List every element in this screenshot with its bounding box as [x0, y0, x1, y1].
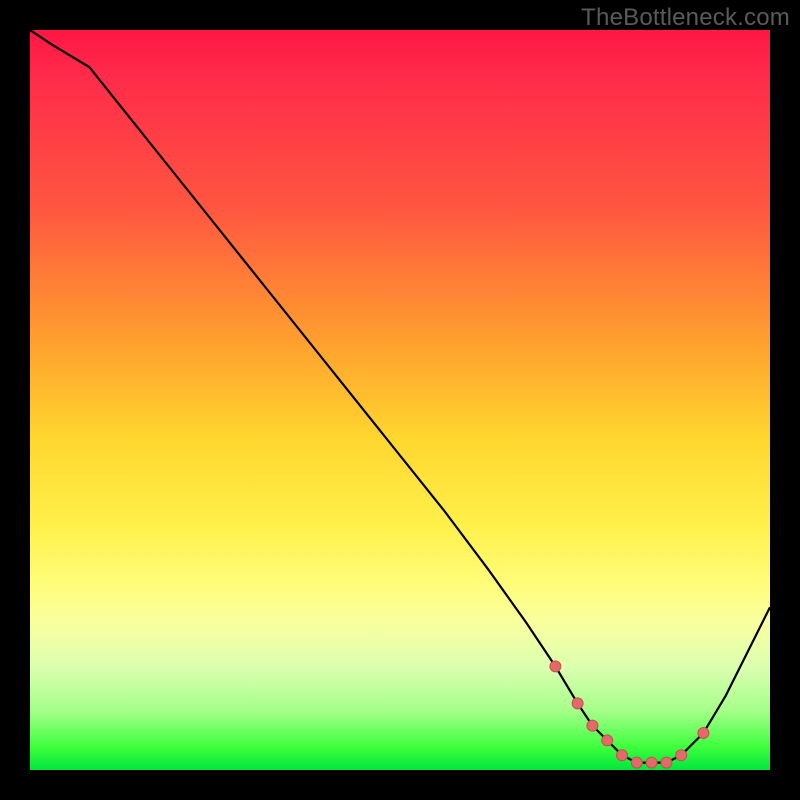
- curve-marker: [572, 698, 583, 709]
- watermark-label: TheBottleneck.com: [581, 4, 790, 32]
- curve-marker: [661, 757, 672, 768]
- curve-marker: [698, 728, 709, 739]
- curve-markers: [550, 661, 709, 768]
- curve-marker: [587, 720, 598, 731]
- bottleneck-curve: [30, 30, 770, 763]
- curve-marker: [602, 735, 613, 746]
- plot-area: [30, 30, 770, 770]
- curve-marker: [676, 750, 687, 761]
- curve-marker: [550, 661, 561, 672]
- curve-marker: [646, 757, 657, 768]
- line-chart-svg: [30, 30, 770, 770]
- chart-frame: TheBottleneck.com: [0, 0, 800, 800]
- curve-marker: [631, 757, 642, 768]
- curve-marker: [617, 750, 628, 761]
